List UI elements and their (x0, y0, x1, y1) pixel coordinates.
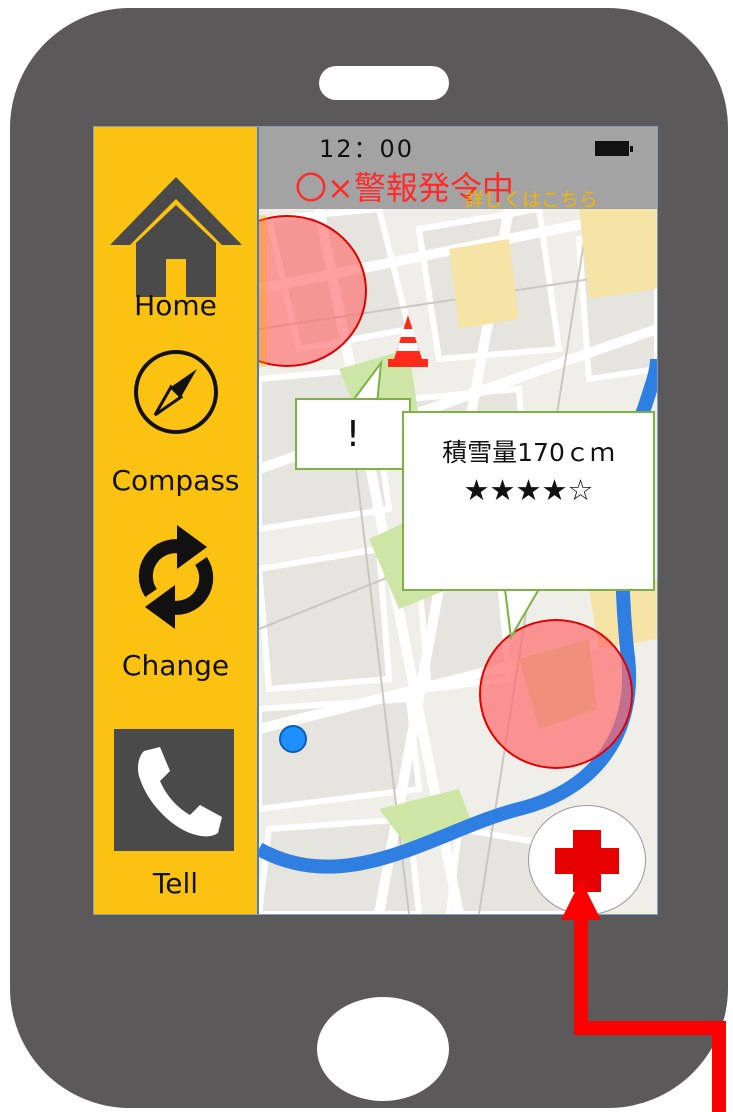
clock-time: 12：00 (319, 135, 415, 163)
compass-icon (134, 350, 218, 434)
rating-stars: ★★★★☆ (463, 473, 594, 507)
phone-icon (114, 729, 234, 851)
snow-depth-label: 積雪量170ｃｍ (442, 438, 615, 467)
sidebar-item-compass[interactable]: Compass (94, 342, 257, 502)
sidebar-item-label: Tell (152, 867, 199, 900)
warning-callout-text: ! (345, 414, 361, 455)
warning-callout[interactable]: ! (295, 398, 411, 470)
home-icon (110, 177, 242, 297)
battery-icon (595, 141, 633, 156)
red-pointer-arrow (561, 880, 726, 1112)
details-link[interactable]: 詳しくはこちら (465, 185, 598, 209)
speaker-slot (319, 66, 449, 100)
sidebar-item-tell[interactable]: Tell (94, 729, 257, 909)
home-hardware-button[interactable] (317, 997, 449, 1101)
sidebar-item-label: Change (121, 649, 230, 682)
current-location-marker (279, 725, 307, 753)
phone-screen: ! 積雪量170ｃｍ ★★★★☆ 12：00 〇×警報発令中 詳しくはこちら H… (93, 126, 658, 915)
refresh-icon (138, 525, 214, 629)
sidebar-item-label: Home (134, 289, 217, 322)
sidebar: Home Compass Change Tell (94, 127, 259, 914)
sidebar-item-label: Compass (111, 464, 240, 497)
snow-info-callout[interactable]: 積雪量170ｃｍ ★★★★☆ (402, 411, 655, 591)
status-bar: 12：00 〇×警報発令中 詳しくはこちら (259, 127, 657, 209)
sidebar-item-home[interactable]: Home (94, 167, 257, 327)
sidebar-item-change[interactable]: Change (94, 517, 257, 687)
